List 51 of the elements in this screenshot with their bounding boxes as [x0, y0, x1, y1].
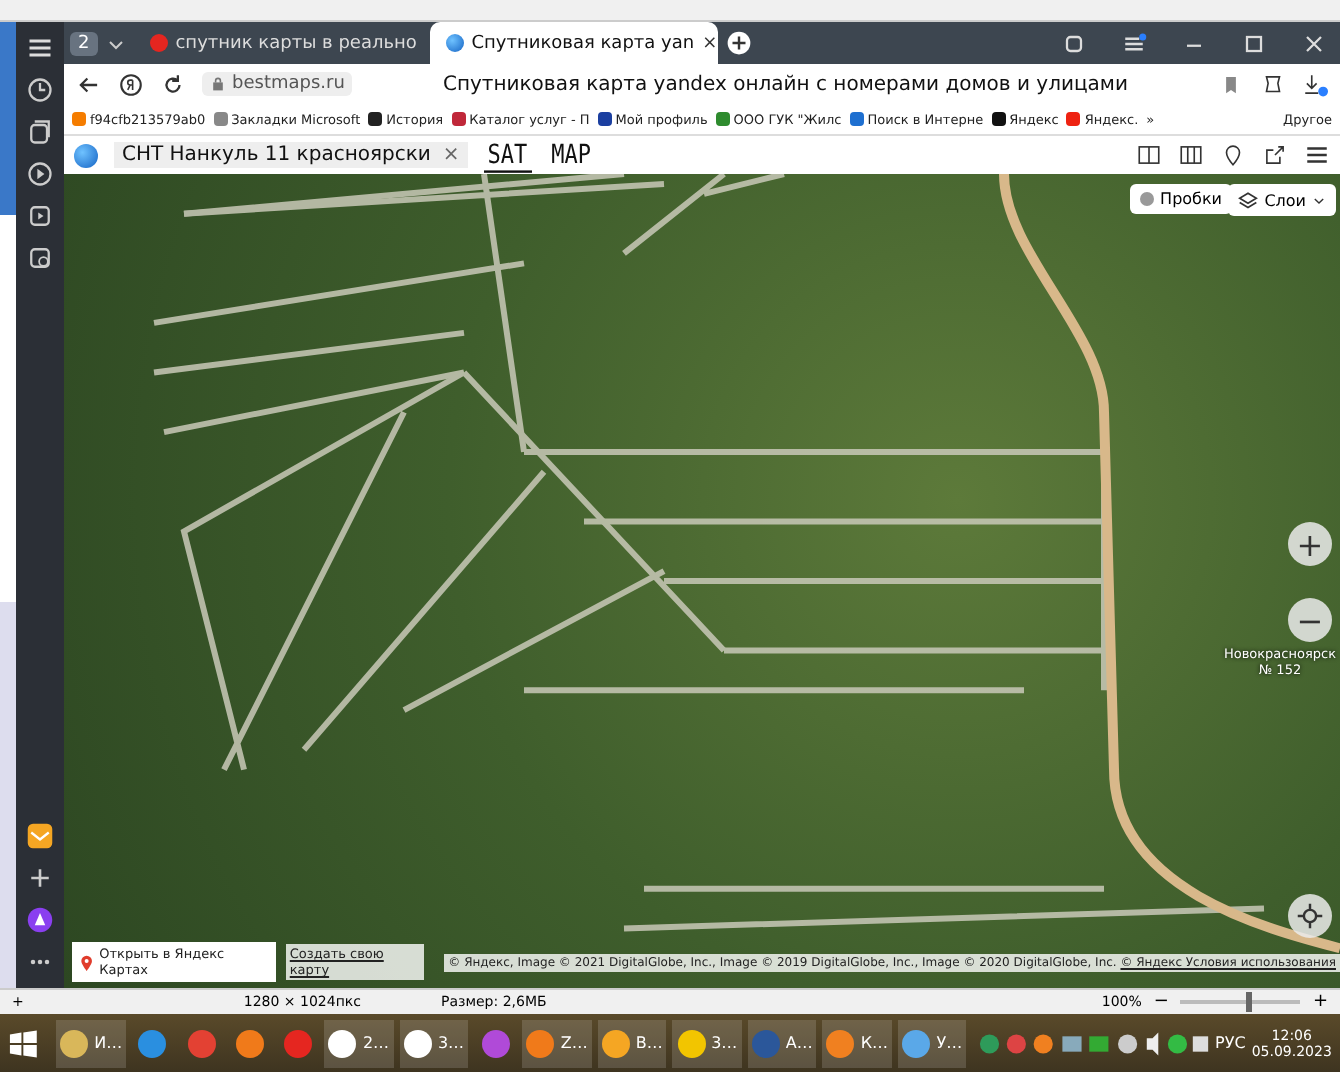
menu-icon[interactable] [26, 34, 54, 62]
mail-icon[interactable] [26, 822, 54, 850]
play-icon[interactable] [26, 160, 54, 188]
taskbar-app-button[interactable]: И… [56, 1019, 126, 1067]
reload-icon[interactable] [160, 71, 186, 97]
collections-icon[interactable] [26, 118, 54, 146]
locate-icon [1296, 902, 1324, 930]
taskbar-app-button[interactable]: А… [747, 1019, 817, 1067]
satellite-map[interactable] [64, 174, 1340, 988]
browser-tab[interactable]: Спутниковая карта yan × [429, 22, 718, 64]
zoom-in-button[interactable]: + [1288, 522, 1332, 566]
location-pin-icon[interactable] [1220, 142, 1246, 168]
taskbar-app-button[interactable]: Z… [522, 1019, 592, 1067]
layers-button[interactable]: Слои [1228, 184, 1336, 216]
new-tab-icon[interactable] [725, 30, 752, 56]
taskbar-app-button[interactable]: В… [597, 1019, 667, 1067]
chevron-down-icon [1312, 193, 1326, 207]
zoom-out-button[interactable]: − [1288, 598, 1332, 642]
url-field[interactable]: bestmaps.ru [202, 72, 353, 96]
tab-counter[interactable]: 2 [70, 31, 98, 55]
taskbar-app-button[interactable]: У… [897, 1019, 967, 1067]
taskbar-app-button[interactable]: К… [822, 1019, 892, 1067]
tray-icons-drawing[interactable] [978, 1029, 1210, 1057]
screenshot-icon[interactable] [26, 244, 54, 272]
page-title: Спутниковая карта yandex онлайн с номерами домов и улицами [440, 73, 1130, 95]
split-view-icon[interactable] [1136, 142, 1162, 168]
taskbar-app-button[interactable]: 3… [672, 1019, 742, 1067]
lock-icon [210, 76, 226, 92]
zoom-out-button[interactable]: − [1153, 992, 1169, 1012]
yandex-icon[interactable] [118, 71, 144, 97]
video-icon[interactable] [26, 202, 54, 230]
add-icon[interactable] [26, 864, 54, 892]
language-indicator[interactable]: РУС [1215, 1034, 1246, 1052]
map-mode-tab[interactable]: SAT [483, 138, 532, 172]
taskbar-app-button[interactable]: 2… [324, 1019, 394, 1067]
map-mode-tab[interactable]: MAP [547, 139, 596, 171]
traffic-button[interactable]: Пробки [1130, 184, 1232, 214]
clock-icon[interactable] [26, 76, 54, 104]
globe-icon [74, 143, 98, 167]
taskbar-app-button[interactable]: 3… [399, 1019, 469, 1067]
map-pin-icon [80, 953, 94, 971]
locate-button[interactable] [1288, 894, 1332, 938]
start-button[interactable] [8, 1027, 39, 1059]
menu-icon[interactable] [1304, 142, 1330, 168]
columns-icon[interactable] [1178, 142, 1204, 168]
layers-icon [1238, 190, 1259, 210]
zoom-in-button[interactable]: + [1312, 992, 1328, 1012]
share-icon[interactable] [1262, 142, 1288, 168]
download-icon[interactable] [1302, 71, 1328, 97]
browser-tab[interactable]: спутник карты в реально [133, 22, 422, 64]
search-field[interactable]: СНТ Нанкуль 11 красноярски × [114, 142, 468, 168]
